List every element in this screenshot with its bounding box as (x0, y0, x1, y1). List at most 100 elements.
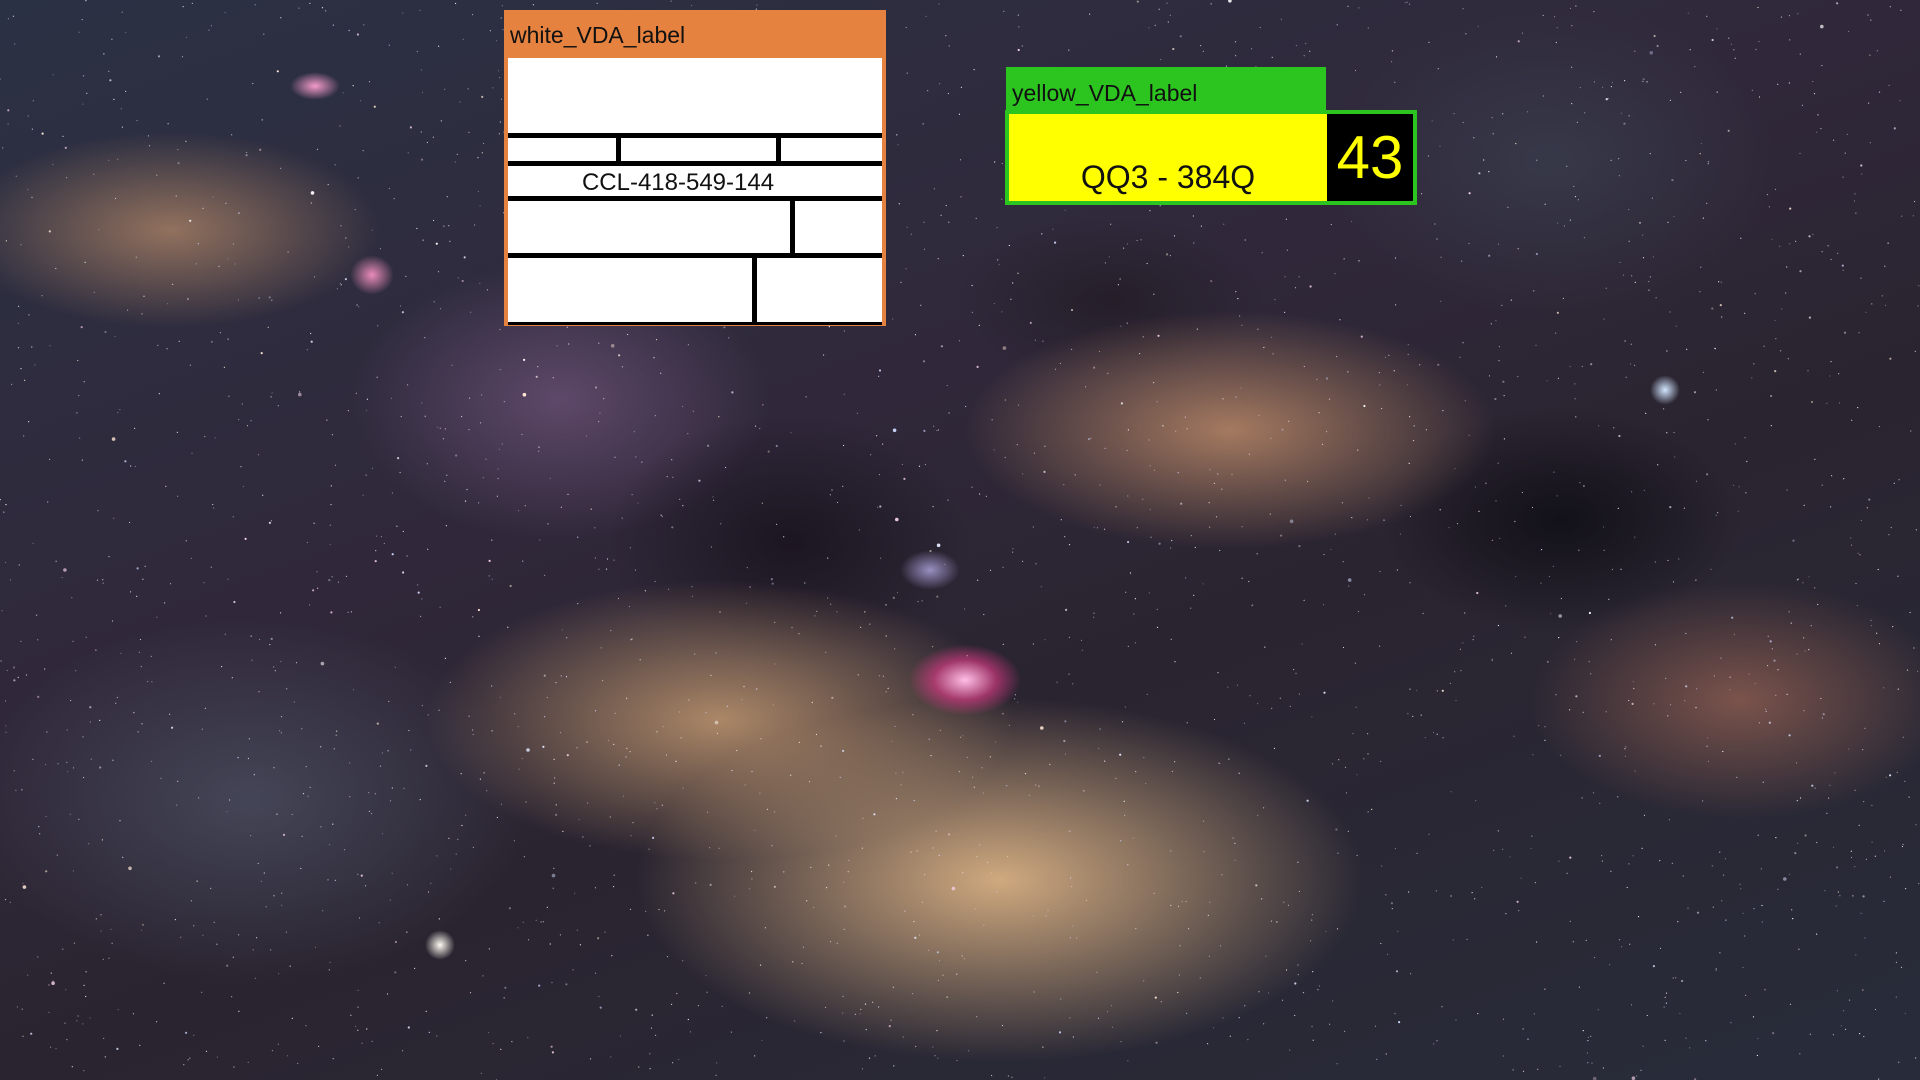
star (922, 123, 924, 125)
star (1334, 273, 1336, 275)
star (1325, 930, 1327, 932)
star (1305, 42, 1307, 45)
star (900, 784, 902, 786)
star (1574, 658, 1576, 661)
star (408, 729, 410, 732)
star (1295, 672, 1297, 675)
yellow-vda-label[interactable]: QQ3 - 384Q 43 (1005, 110, 1417, 205)
star (894, 725, 896, 728)
star (1884, 304, 1887, 306)
star (551, 982, 553, 984)
star (360, 874, 363, 877)
star (1890, 527, 1892, 529)
star (439, 308, 442, 310)
star (1728, 37, 1730, 39)
star (1706, 745, 1708, 747)
star (1864, 727, 1866, 729)
star (1520, 877, 1522, 879)
star (1395, 970, 1399, 973)
star (1330, 548, 1332, 551)
star (1619, 261, 1621, 263)
star (942, 974, 944, 976)
star (1884, 265, 1886, 267)
star (553, 782, 555, 784)
star (273, 895, 275, 897)
star (1396, 569, 1398, 571)
star (1860, 164, 1863, 167)
star (7, 18, 9, 20)
star (1332, 1000, 1334, 1002)
star (371, 467, 374, 469)
star (1628, 115, 1630, 117)
star (555, 682, 557, 684)
star (237, 212, 240, 215)
star (1601, 855, 1603, 857)
star (1161, 424, 1164, 427)
star (28, 314, 30, 316)
star (621, 366, 624, 368)
star (1575, 695, 1578, 698)
star (547, 523, 549, 525)
star (687, 344, 690, 346)
star (843, 330, 846, 332)
star (139, 1044, 141, 1046)
star (1303, 55, 1305, 57)
star (1915, 1057, 1917, 1059)
star (258, 297, 260, 299)
star (328, 579, 331, 582)
star (983, 924, 985, 926)
star (816, 610, 818, 612)
star (1179, 35, 1182, 38)
star (1576, 641, 1578, 643)
star (744, 784, 746, 786)
star (307, 795, 309, 797)
star (1642, 257, 1645, 259)
star (596, 2, 598, 4)
star (1854, 789, 1856, 791)
star (189, 1057, 191, 1059)
star (167, 303, 169, 305)
star (543, 674, 546, 677)
star (1856, 605, 1858, 607)
star (171, 726, 174, 729)
star (1831, 475, 1833, 477)
star (876, 435, 878, 437)
star (302, 793, 305, 795)
star (885, 604, 887, 606)
star (679, 498, 681, 500)
star (357, 1006, 359, 1008)
star (1542, 95, 1544, 97)
star (1035, 784, 1037, 786)
star (694, 653, 696, 655)
star (865, 1029, 867, 1031)
star (1356, 774, 1358, 776)
star (524, 505, 526, 507)
star (1049, 763, 1051, 766)
star (406, 884, 409, 886)
star (945, 35, 947, 37)
star (1630, 343, 1632, 345)
star (1199, 977, 1201, 979)
star (136, 119, 138, 122)
star (965, 405, 967, 408)
star (1173, 235, 1176, 237)
star (1680, 91, 1682, 93)
star (661, 515, 663, 518)
star (1001, 162, 1003, 165)
star (488, 559, 491, 563)
star (964, 608, 966, 610)
star (167, 123, 169, 125)
star (18, 305, 20, 307)
white-vda-label[interactable]: white_VDA_label CCL-418-549-144 (504, 10, 886, 326)
star (1481, 886, 1483, 889)
star (49, 458, 51, 460)
star (390, 397, 393, 399)
label-divider (790, 201, 795, 253)
star (1068, 49, 1070, 51)
star (1774, 188, 1777, 190)
star (1385, 894, 1387, 896)
star (381, 833, 384, 835)
star (918, 934, 921, 936)
star (499, 369, 501, 371)
star (348, 246, 350, 248)
